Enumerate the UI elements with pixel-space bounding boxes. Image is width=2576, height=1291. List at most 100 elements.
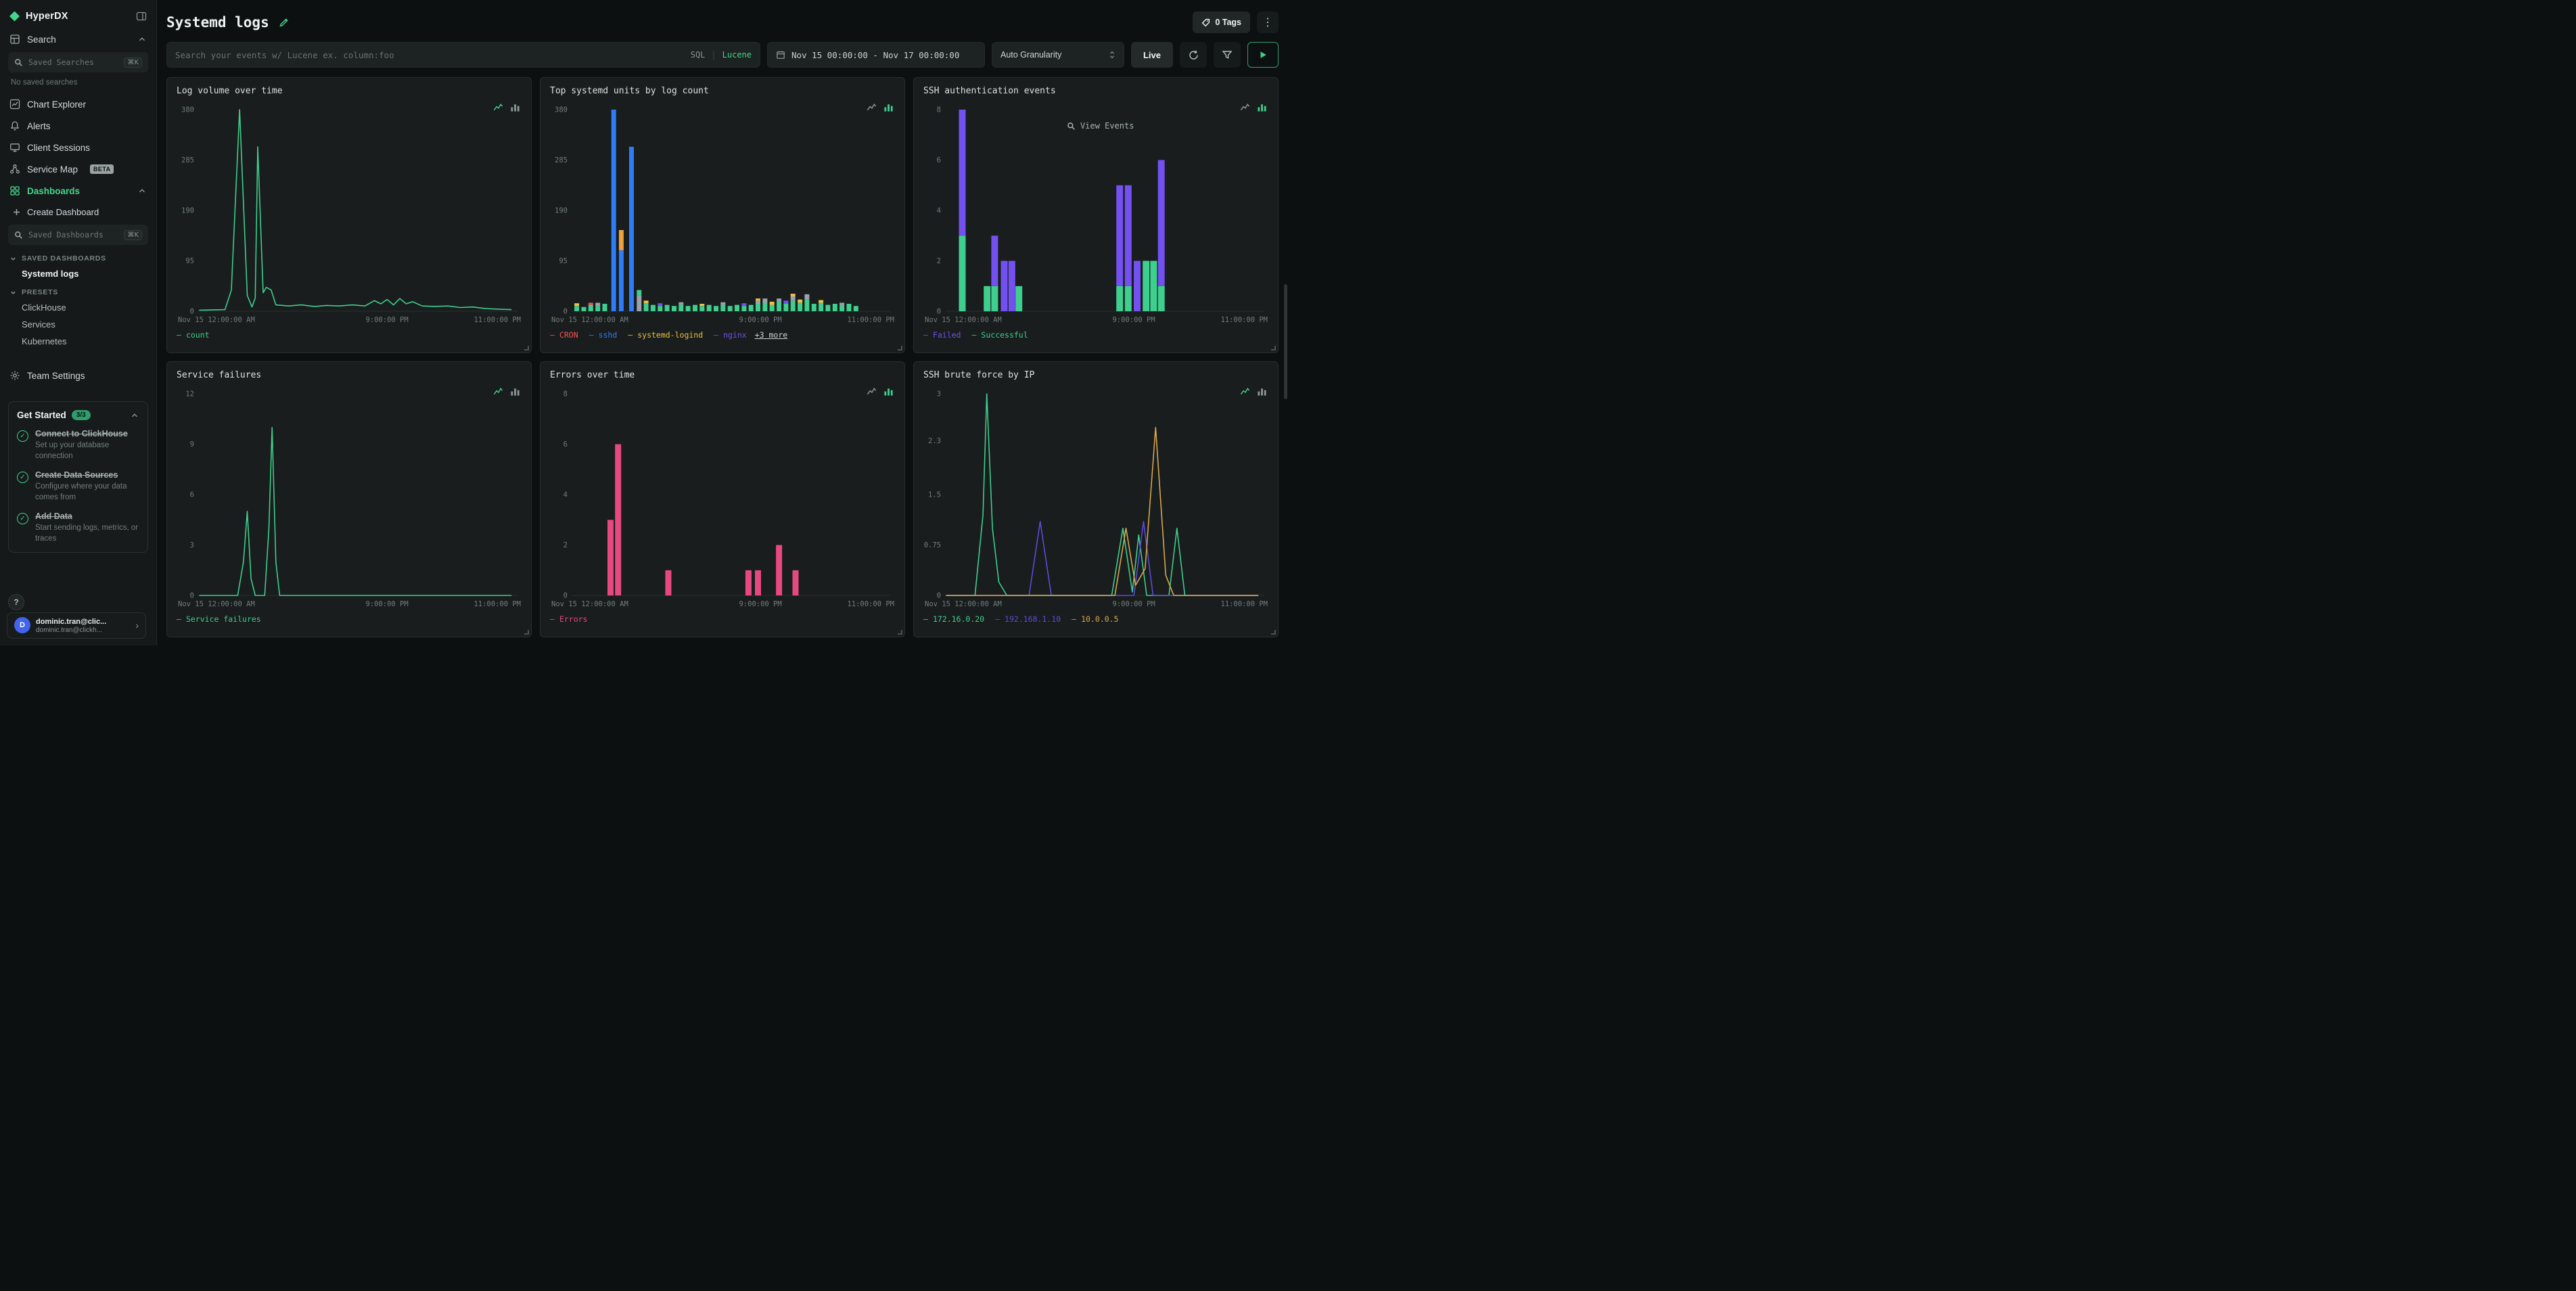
help-button[interactable]: ?	[8, 594, 24, 610]
saved-dashboards-input[interactable]: Saved Dashboards ⌘K	[8, 225, 148, 245]
legend-item[interactable]: —192.168.1.10	[995, 614, 1061, 624]
svg-text:11:00:00 PM: 11:00:00 PM	[474, 316, 521, 324]
service-map-icon	[9, 164, 20, 175]
legend-item[interactable]: —Successful	[971, 330, 1028, 340]
sidebar-item-label: Chart Explorer	[27, 99, 86, 110]
sidebar-collapse-icon[interactable]	[136, 11, 147, 22]
dashboard-link-systemd-logs[interactable]: Systemd logs	[0, 265, 156, 282]
sidebar-item-alerts[interactable]: Alerts	[0, 115, 156, 137]
svg-text:285: 285	[555, 156, 568, 164]
sidebar-item-service-map[interactable]: Service Map BETA	[0, 158, 156, 180]
chart-legend: —CRON —sshd —systemd-logind —nginx +3 more	[550, 330, 895, 340]
create-dashboard-label: Create Dashboard	[27, 207, 99, 217]
line-chart-icon[interactable]	[493, 386, 503, 397]
view-events-link[interactable]: View Events	[1067, 121, 1134, 131]
sidebar-item-client-sessions[interactable]: Client Sessions	[0, 137, 156, 158]
preset-link-services[interactable]: Services	[0, 316, 156, 333]
svg-text:95: 95	[185, 257, 194, 265]
legend-item[interactable]: —nginx	[714, 330, 747, 340]
legend-more-link[interactable]: +3 more	[755, 330, 787, 340]
sidebar-item-label: Client Sessions	[27, 143, 90, 153]
svg-text:11:00:00 PM: 11:00:00 PM	[847, 600, 894, 608]
chevron-up-icon[interactable]	[130, 411, 139, 420]
vertical-scrollbar[interactable]	[1284, 284, 1287, 399]
line-chart-icon[interactable]	[1240, 386, 1250, 397]
legend-item[interactable]: —172.16.0.20	[923, 614, 984, 624]
legend-item[interactable]: —10.0.0.5	[1072, 614, 1118, 624]
get-started-header[interactable]: Get Started 3/3	[17, 410, 139, 420]
line-chart-icon[interactable]	[867, 102, 877, 112]
legend-item[interactable]: —Service failures	[177, 614, 261, 624]
dashboard-cards-grid: Log volume over time 095190285380Nov 15 …	[166, 77, 1279, 637]
svg-text:3: 3	[937, 390, 941, 399]
language-divider: |	[711, 50, 716, 60]
preset-link-clickhouse[interactable]: ClickHouse	[0, 299, 156, 316]
create-dashboard-button[interactable]: Create Dashboard	[0, 202, 156, 223]
events-search-input[interactable]: Search your events w/ Lucene ex. column:…	[166, 42, 760, 68]
bar-chart-icon[interactable]	[1257, 386, 1267, 397]
legend-item[interactable]: —Failed	[923, 330, 961, 340]
bar-chart-icon[interactable]	[510, 102, 520, 112]
ssh-brute-force-chart-plot: 00.751.52.33Nov 15 12:00:00 AM9:00:00 PM…	[923, 387, 1268, 610]
language-toggle-sql[interactable]: SQL	[691, 50, 706, 60]
avatar: D	[14, 617, 30, 633]
resize-handle[interactable]	[898, 630, 902, 635]
resize-handle[interactable]	[1271, 630, 1276, 635]
live-button[interactable]: Live	[1131, 42, 1173, 68]
tags-button[interactable]: 0 Tags	[1193, 12, 1250, 33]
granularity-select[interactable]: Auto Granularity	[992, 42, 1124, 68]
edit-title-pencil-icon[interactable]	[279, 17, 290, 28]
get-started-step-add-data[interactable]: ✓ Add Data Start sending logs, metrics, …	[17, 512, 139, 544]
legend-item[interactable]: —count	[177, 330, 210, 340]
bar-chart-icon[interactable]	[510, 386, 520, 397]
svg-text:Nov 15 12:00:00 AM: Nov 15 12:00:00 AM	[925, 600, 1002, 608]
resize-handle[interactable]	[524, 346, 529, 350]
dashboards-grid-icon	[9, 185, 20, 196]
saved-dashboards-section-toggle[interactable]: SAVED DASHBOARDS	[0, 248, 156, 265]
sidebar-section-search[interactable]: Search	[0, 28, 156, 50]
legend-item[interactable]: —sshd	[589, 330, 618, 340]
legend-item[interactable]: —systemd-logind	[628, 330, 703, 340]
calendar-icon	[776, 50, 785, 60]
line-chart-icon[interactable]	[1240, 102, 1250, 112]
language-toggle-lucene[interactable]: Lucene	[722, 50, 752, 60]
bar-chart-icon[interactable]	[883, 102, 894, 112]
date-range-input[interactable]: Nov 15 00:00:00 - Nov 17 00:00:00	[767, 42, 985, 68]
legend-item[interactable]: —CRON	[550, 330, 578, 340]
bar-chart-icon[interactable]	[883, 386, 894, 397]
granularity-value: Auto Granularity	[1001, 50, 1061, 60]
line-chart-icon[interactable]	[493, 102, 503, 112]
run-query-play-button[interactable]	[1247, 42, 1279, 68]
step-desc: Set up your database connection	[35, 440, 139, 461]
svg-text:1.5: 1.5	[928, 491, 941, 499]
bar-chart-icon[interactable]	[1257, 102, 1267, 112]
sidebar-item-chart-explorer[interactable]: Chart Explorer	[0, 93, 156, 115]
resize-handle[interactable]	[898, 346, 902, 350]
svg-text:11:00:00 PM: 11:00:00 PM	[1220, 316, 1268, 324]
svg-text:0: 0	[190, 308, 194, 316]
saved-searches-input[interactable]: Saved Searches ⌘K	[8, 52, 148, 72]
filter-button[interactable]	[1214, 42, 1241, 68]
svg-text:Nov 15 12:00:00 AM: Nov 15 12:00:00 AM	[178, 600, 255, 608]
preset-link-kubernetes[interactable]: Kubernetes	[0, 333, 156, 350]
resize-handle[interactable]	[1271, 346, 1276, 350]
sidebar-item-team-settings[interactable]: Team Settings	[0, 365, 156, 386]
chevron-up-icon[interactable]	[137, 35, 147, 44]
check-circle-icon: ✓	[17, 430, 28, 442]
resize-handle[interactable]	[524, 630, 529, 635]
no-saved-searches-note: No saved searches	[0, 76, 156, 93]
user-menu[interactable]: D dominic.tran@clic... dominic.tran@clic…	[7, 612, 146, 639]
user-email-secondary: dominic.tran@clickh...	[36, 627, 106, 634]
presets-section-toggle[interactable]: PRESETS	[0, 282, 156, 299]
line-chart-icon[interactable]	[867, 386, 877, 397]
get-started-step-connect[interactable]: ✓ Connect to ClickHouse Set up your data…	[17, 429, 139, 461]
chevron-up-icon[interactable]	[137, 186, 147, 196]
sidebar-item-dashboards[interactable]: Dashboards	[0, 180, 156, 202]
refresh-button[interactable]	[1180, 42, 1207, 68]
svg-text:2: 2	[564, 541, 568, 549]
more-options-kebab-button[interactable]: ⋮	[1257, 12, 1279, 33]
chart-title: SSH brute force by IP	[923, 370, 1268, 380]
legend-item[interactable]: —Errors	[550, 614, 587, 624]
svg-text:8: 8	[564, 390, 568, 399]
get-started-step-sources[interactable]: ✓ Create Data Sources Configure where yo…	[17, 470, 139, 503]
